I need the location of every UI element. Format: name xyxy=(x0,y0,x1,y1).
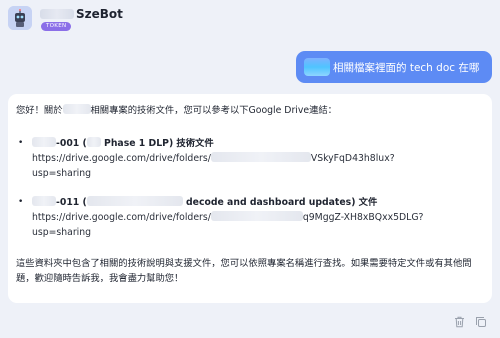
drive-link-tail[interactable]: usp=sharing xyxy=(32,166,395,181)
token-badge: TOKEN xyxy=(41,22,72,31)
redacted-text xyxy=(32,196,56,206)
redacted-text xyxy=(32,137,56,147)
bot-avatar xyxy=(8,6,32,30)
user-message-text: 相關檔案裡面的 tech doc 在哪 xyxy=(333,61,480,74)
chat-header: SzeBot TOKEN xyxy=(8,6,308,32)
user-message-bubble: 相關檔案裡面的 tech doc 在哪 xyxy=(296,51,492,83)
bullet-icon: • xyxy=(18,138,24,148)
reply-intro: 您好！關於 相關專案的技術文件，您可以參考以下Google Drive連結： xyxy=(16,104,337,116)
doc-title: -001 ( Phase 1 DLP) 技術文件 xyxy=(32,136,395,151)
reply-closing: 這些資料夾中包含了相關的技術說明與支援文件，您可以依照專案名稱進行查找。如果需要… xyxy=(16,258,472,284)
redacted-text xyxy=(86,196,183,206)
drive-link-tail[interactable]: usp=sharing xyxy=(32,225,423,240)
drive-link[interactable]: https://drive.google.com/drive/folders/q… xyxy=(32,210,423,225)
message-actions xyxy=(452,315,492,329)
redacted-text xyxy=(40,9,74,19)
drive-link[interactable]: https://drive.google.com/drive/folders/V… xyxy=(32,151,395,166)
redacted-text xyxy=(62,104,91,114)
redacted-text xyxy=(86,137,101,147)
copy-icon[interactable] xyxy=(474,315,488,329)
redacted-text xyxy=(304,58,330,76)
redacted-text xyxy=(210,152,311,162)
assistant-reply: 您好！關於 相關專案的技術文件，您可以參考以下Google Drive連結： • … xyxy=(8,94,492,303)
trash-icon[interactable] xyxy=(452,315,466,329)
bullet-icon: • xyxy=(18,197,24,207)
doc-title: -011 ( decode and dashboard updates) 文件 xyxy=(32,195,423,210)
list-item: • -001 ( Phase 1 DLP) 技術文件 https://drive… xyxy=(18,136,395,181)
list-item: • -011 ( decode and dashboard updates) 文… xyxy=(18,195,423,240)
bot-name: SzeBot xyxy=(40,7,123,21)
redacted-text xyxy=(210,211,303,221)
